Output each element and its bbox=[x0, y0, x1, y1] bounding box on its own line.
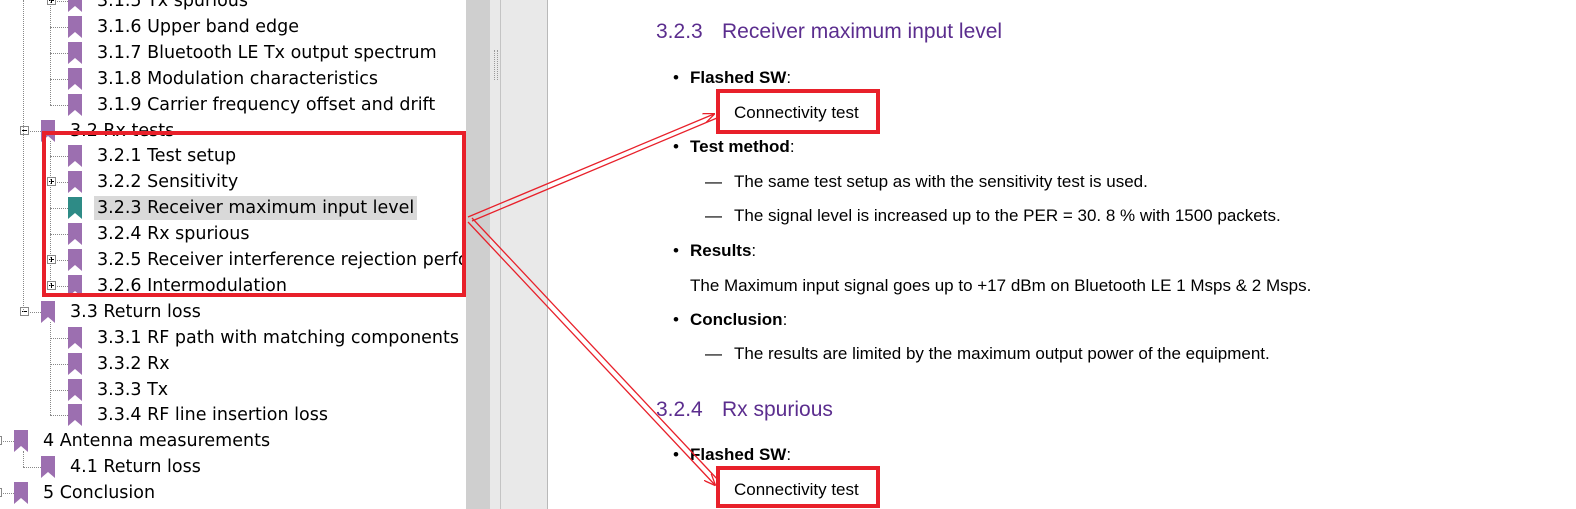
arrow-to-flashed-sw-2 bbox=[467, 217, 720, 485]
arrow-to-flashed-sw-1 bbox=[467, 114, 718, 222]
annotation-arrows bbox=[467, 0, 720, 509]
